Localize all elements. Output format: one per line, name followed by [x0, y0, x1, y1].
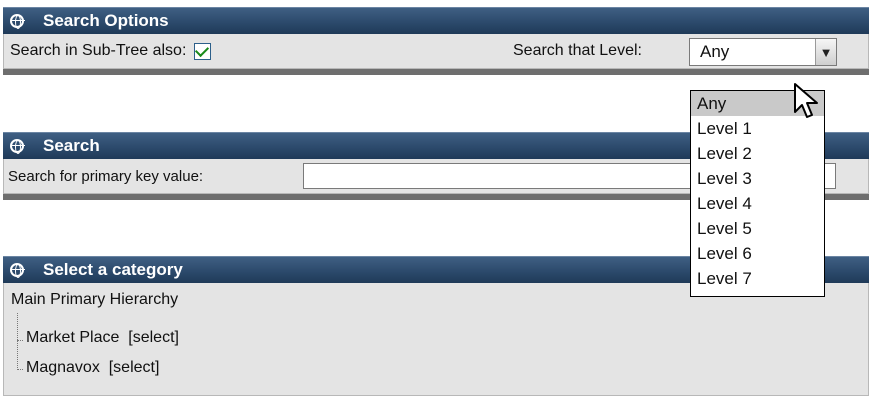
search-title: Search	[43, 136, 100, 155]
globe-icon	[10, 263, 25, 278]
search-options-row: Search in Sub-Tree also: Search that Lev…	[3, 34, 869, 69]
level-label: Search that Level:	[513, 42, 642, 59]
chevron-down-icon[interactable]: ▼	[815, 39, 836, 65]
search-options-panel: Search Options Search in Sub-Tree also: …	[3, 7, 869, 75]
tree-item-label[interactable]: Market Place	[26, 329, 119, 346]
category-title: Select a category	[43, 260, 183, 279]
search-options-title: Search Options	[43, 11, 169, 30]
panel-divider	[3, 69, 869, 75]
level-option[interactable]: Level 4	[691, 191, 824, 216]
level-option[interactable]: Level 3	[691, 166, 824, 191]
tree-root: Main Primary Hierarchy	[11, 291, 179, 308]
checkmark-icon	[195, 42, 210, 57]
level-option[interactable]: Level 2	[691, 141, 824, 166]
category-tree: Main Primary Hierarchy Market Place [sel…	[3, 283, 869, 396]
globe-icon	[10, 139, 25, 154]
subtree-checkbox[interactable]	[194, 42, 212, 60]
tree-connector	[17, 340, 23, 341]
select-link[interactable]: [select]	[109, 359, 160, 376]
mouse-cursor-icon	[794, 83, 818, 118]
pk-label: Search for primary key value:	[8, 167, 204, 185]
tree-item-label[interactable]: Magnavox	[26, 359, 100, 376]
tree-connector	[17, 369, 23, 370]
globe-icon	[10, 14, 25, 29]
tree-item-market-place: Market Place [select]	[26, 329, 179, 347]
level-select-value: Any	[700, 42, 730, 61]
level-option[interactable]: Level 6	[691, 241, 824, 266]
search-options-header: Search Options	[3, 7, 869, 34]
select-link[interactable]: [select]	[128, 329, 179, 346]
level-select[interactable]: Any ▼	[689, 38, 837, 66]
tree-connector	[17, 313, 18, 370]
level-option[interactable]: Level 5	[691, 216, 824, 241]
tree-item-magnavox: Magnavox [select]	[26, 359, 159, 377]
subtree-label: Search in Sub-Tree also:	[10, 42, 187, 59]
level-option[interactable]: Level 7	[691, 266, 824, 291]
